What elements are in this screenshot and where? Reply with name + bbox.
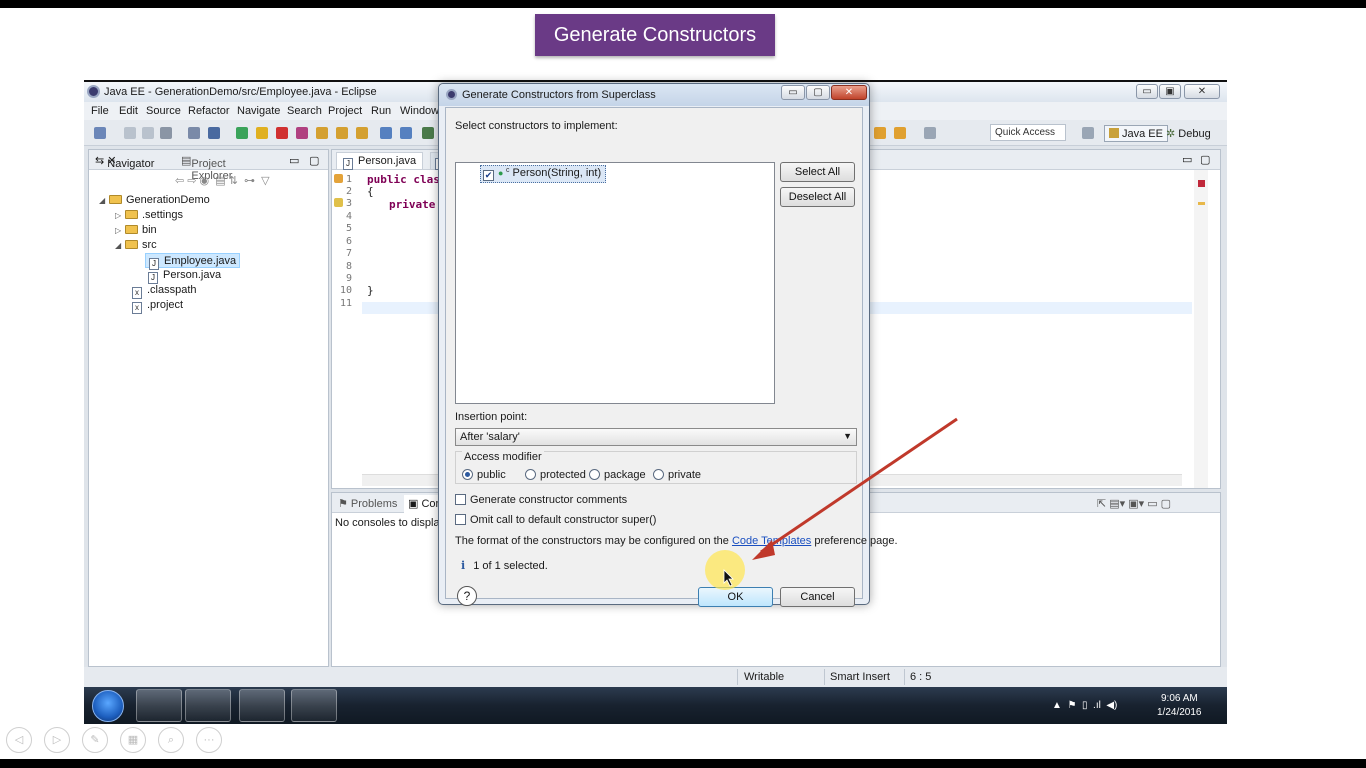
pen-icon[interactable]: ✎ — [82, 727, 108, 753]
arrow-shaft — [760, 417, 958, 554]
previous-slide-icon[interactable]: ◁ — [6, 727, 32, 753]
next-slide-icon[interactable]: ▷ — [44, 727, 70, 753]
zoom-icon[interactable]: ⌕ — [158, 727, 184, 753]
arrow-head — [752, 540, 775, 560]
bottom-letterbox — [0, 759, 1366, 768]
slides-grid-icon[interactable]: ▦ — [120, 727, 146, 753]
annotation-arrow — [723, 417, 958, 587]
more-options-icon[interactable]: ··· — [196, 727, 222, 753]
mouse-cursor-icon — [723, 569, 734, 587]
